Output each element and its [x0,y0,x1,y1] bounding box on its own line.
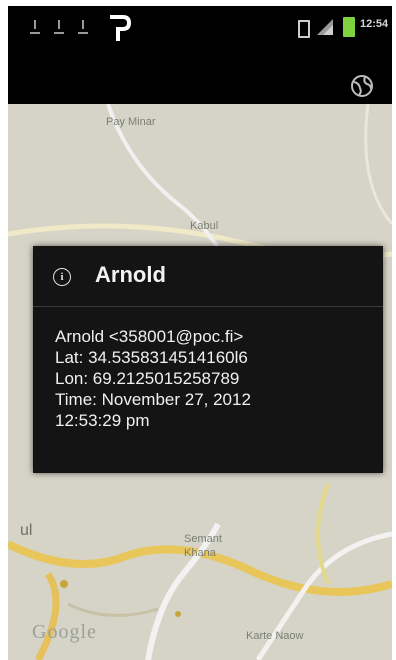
info-dialog: i Arnold Arnold <358001@poc.fi> Lat: 34.… [33,246,383,473]
latitude-line: Lat: 34.5358314514160l6 [55,348,248,367]
dialog-header: i Arnold [33,246,383,307]
dialog-body: Arnold <358001@poc.fi> Lat: 34.535831451… [55,326,375,431]
map-label: ul [20,522,33,539]
longitude-line: Lon: 69.2125015258789 [55,369,240,388]
time-line-continued: 12:53:29 pm [55,411,150,430]
map-attribution: Google [32,621,97,643]
status-clock: 12:54 [360,18,389,30]
time-line: Time: November 27, 2012 [55,390,251,409]
battery-icon [343,17,355,37]
map-label: Semant Khana [184,533,222,559]
app-p-icon [110,15,132,41]
map-label: Kabul [190,220,219,232]
action-bar [8,46,392,104]
signal-icon [317,19,333,35]
device-screen: 12:54 Pay Minar Kabul ul Semant Khana Ka… [8,6,392,660]
download-icon [30,20,40,34]
status-bar: 12:54 [8,6,392,46]
download-icon [78,20,88,34]
map-label: Pay Minar [106,116,156,128]
globe-icon[interactable] [350,74,374,98]
dialog-title: Arnold [95,262,166,287]
download-icon [54,20,64,34]
info-icon: i [53,268,71,286]
map-label: Karte Naow [246,630,304,642]
contact-line: Arnold <358001@poc.fi> [55,327,244,346]
sd-card-icon [298,20,310,38]
